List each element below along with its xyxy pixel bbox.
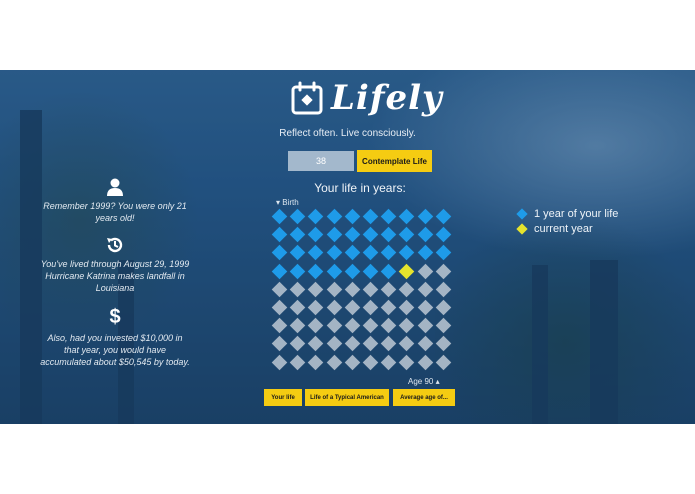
typical-american-button[interactable]: Life of a Typical American bbox=[305, 389, 389, 406]
fact-text: You've lived through August 29, 1999 Hur… bbox=[40, 259, 190, 293]
legend-lived-label: 1 year of your life bbox=[534, 208, 619, 220]
logo: Lifely bbox=[291, 78, 443, 118]
birth-label: ▾ Birth bbox=[276, 198, 299, 207]
app-name: Lifely bbox=[331, 78, 443, 118]
age-input[interactable] bbox=[288, 151, 354, 171]
fact-item: $ Also, had you invested $10,000 in that… bbox=[40, 306, 190, 368]
fact-item: You've lived through August 29, 1999 Hur… bbox=[40, 236, 190, 294]
history-icon bbox=[107, 237, 123, 253]
your-life-button[interactable]: Your life bbox=[264, 389, 302, 406]
calendar-icon bbox=[291, 81, 323, 115]
lived-swatch bbox=[516, 208, 528, 220]
current-swatch bbox=[516, 223, 528, 235]
tagline: Reflect often. Live consciously. bbox=[279, 128, 416, 139]
age-end-text: Age 90 bbox=[408, 377, 434, 386]
fact-item: Remember 1999? You were only 21 years ol… bbox=[40, 178, 190, 224]
fact-text: Remember 1999? You were only 21 years ol… bbox=[43, 201, 187, 223]
legend-current-label: current year bbox=[534, 223, 593, 235]
fact-text: Also, had you invested $10,000 in that y… bbox=[40, 333, 190, 367]
caret-up-icon: ▴ bbox=[433, 377, 440, 386]
person-icon bbox=[107, 178, 123, 196]
dollar-icon: $ bbox=[109, 306, 121, 328]
birth-text: Birth bbox=[282, 198, 299, 207]
average-age-button[interactable]: Average age of... bbox=[393, 389, 455, 406]
age-end-label: Age 90 ▴ bbox=[408, 377, 440, 386]
legend-lived: 1 year of your life bbox=[516, 208, 619, 220]
contemplate-life-button[interactable]: Contemplate Life bbox=[357, 150, 432, 172]
legend-current: current year bbox=[516, 223, 593, 235]
